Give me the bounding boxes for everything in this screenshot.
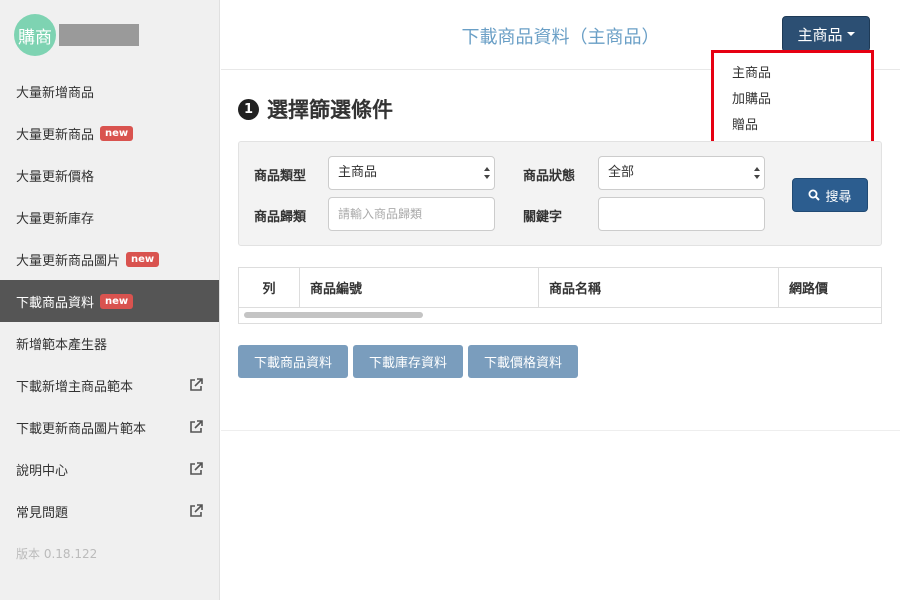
table-header: 列 商品編號 商品名稱 網路價 [239,268,881,308]
product-category-label: 商品歸類 [254,210,307,225]
step-number-icon: 1 [238,98,259,120]
store-name-redacted [59,24,139,46]
product-status-select[interactable]: 全部 [598,156,765,190]
content-divider [221,430,900,431]
download-price-data-button[interactable]: 下載價格資料 [468,345,578,378]
sidebar-item-label: 下載新增主商品範本 [16,379,134,395]
sidebar-item-label: 大量新增商品 [16,85,95,101]
product-type-dropdown-menu: 主商品 加購品 贈品 [711,50,874,148]
select-arrows-icon [484,167,490,179]
external-link-icon [190,378,203,391]
dropdown-item-add-on-product[interactable]: 加購品 [714,87,871,113]
select-arrows-icon [754,167,760,179]
product-type-value: 主商品 [338,165,378,180]
results-table: 列 商品編號 商品名稱 網路價 [238,267,882,324]
sidebar-item-template-generator[interactable]: 新增範本產生器 [0,322,219,364]
external-link-icon [190,504,203,517]
sidebar-item-help-center[interactable]: 說明中心 [0,448,219,490]
sidebar-item-label: 大量更新價格 [16,169,95,185]
product-category-input[interactable]: 請輸入商品歸類 [328,197,495,231]
sidebar: 購商 大量新增商品 大量更新商品 new 大量更新價格 大量更新庫存 大量更新商… [0,0,220,600]
caret-down-icon [846,32,855,36]
product-type-label: 商品類型 [254,169,307,184]
sidebar-item-label: 下載更新商品圖片範本 [16,421,147,437]
external-link-icon [190,420,203,433]
keyword-label: 關鍵字 [523,210,563,225]
download-stock-data-button[interactable]: 下載庫存資料 [353,345,463,378]
product-category-placeholder: 請輸入商品歸類 [338,207,423,221]
column-header-product-id[interactable]: 商品編號 [300,268,539,307]
product-status-value: 全部 [608,165,635,180]
sidebar-item-label: 說明中心 [16,463,69,479]
filter-panel: 商品類型 主商品 商品狀態 全部 商品歸類 請輸入商品歸類 關鍵字 搜尋 [238,141,882,246]
search-icon [808,189,821,201]
section-title-text: 選擇篩選條件 [267,98,393,122]
sidebar-item-bulk-update-images[interactable]: 大量更新商品圖片 new [0,238,219,280]
product-type-select[interactable]: 主商品 [328,156,495,190]
horizontal-scrollbar[interactable] [244,312,423,318]
sidebar-item-download-add-template[interactable]: 下載新增主商品範本 [0,364,219,406]
sidebar-item-bulk-update-products[interactable]: 大量更新商品 new [0,112,219,154]
column-header-row[interactable]: 列 [239,268,300,307]
sidebar-item-label: 大量更新庫存 [16,211,95,227]
sidebar-nav: 大量新增商品 大量更新商品 new 大量更新價格 大量更新庫存 大量更新商品圖片… [0,70,219,532]
sidebar-item-label: 常見問題 [16,505,69,521]
sidebar-item-label: 新增範本產生器 [16,337,108,353]
external-link-icon [190,462,203,475]
search-button[interactable]: 搜尋 [792,178,868,212]
search-button-label: 搜尋 [825,189,852,205]
sidebar-item-label: 大量更新商品圖片 [16,253,121,269]
version-text: 版本 0.18.122 [16,546,98,561]
sidebar-item-bulk-add-products[interactable]: 大量新增商品 [0,70,219,112]
section-title: 1 選擇篩選條件 [238,94,393,124]
product-status-label: 商品狀態 [523,169,576,184]
keyword-input[interactable] [598,197,765,231]
dropdown-item-main-product[interactable]: 主商品 [714,61,871,87]
dropdown-button-label: 主商品 [797,25,843,44]
column-header-online-price[interactable]: 網路價 [779,268,881,307]
brand[interactable]: 購商 [0,0,219,70]
new-badge: new [100,125,134,141]
sidebar-item-bulk-update-stock[interactable]: 大量更新庫存 [0,196,219,238]
store-logo: 購商 [14,14,56,56]
sidebar-item-label: 下載商品資料 [16,295,95,311]
dropdown-item-gift[interactable]: 贈品 [714,113,871,139]
sidebar-item-bulk-update-price[interactable]: 大量更新價格 [0,154,219,196]
column-header-product-name[interactable]: 商品名稱 [539,268,779,307]
sidebar-item-download-products[interactable]: 下載商品資料 new [0,280,219,322]
sidebar-item-faq[interactable]: 常見問題 [0,490,219,532]
sidebar-item-label: 大量更新商品 [16,127,95,143]
download-product-data-button[interactable]: 下載商品資料 [238,345,348,378]
new-badge: new [100,293,134,309]
sidebar-item-download-image-template[interactable]: 下載更新商品圖片範本 [0,406,219,448]
product-type-dropdown-button[interactable]: 主商品 [782,16,870,52]
new-badge: new [126,251,160,267]
